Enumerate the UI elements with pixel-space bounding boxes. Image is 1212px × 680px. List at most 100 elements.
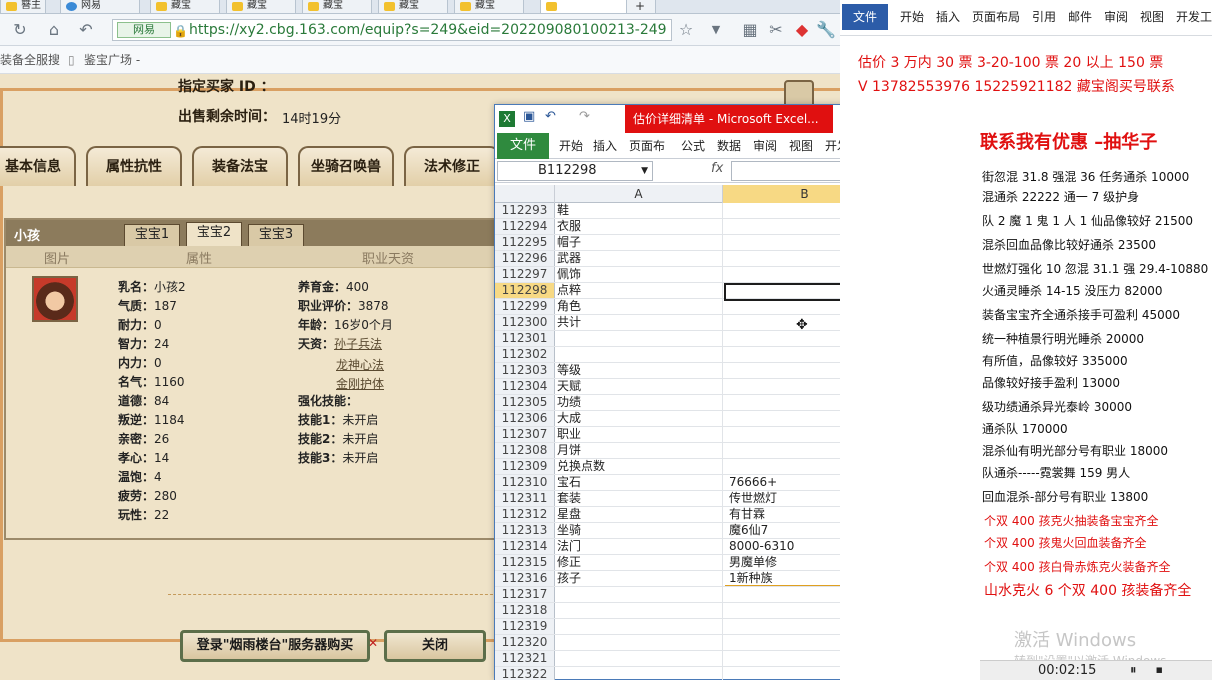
ribbon-tab[interactable]: 视图 xyxy=(789,133,813,159)
cell-a[interactable]: 大成 xyxy=(557,411,723,426)
ribbon-tab[interactable]: 插入 xyxy=(936,4,960,30)
ribbon-tab[interactable]: 引用 xyxy=(1032,4,1056,30)
cell-a[interactable]: 武器 xyxy=(557,251,723,266)
row-number[interactable]: 112308 xyxy=(495,443,555,458)
subtab-baby2[interactable]: 宝宝2 xyxy=(186,222,242,246)
row-number[interactable]: 112302 xyxy=(495,347,555,362)
game-icon[interactable]: ◆ xyxy=(792,20,812,40)
browser-tab[interactable]: 簪主 xyxy=(0,0,46,14)
ribbon-tab[interactable]: 邮件 xyxy=(1068,4,1092,30)
cell-a[interactable] xyxy=(557,651,723,666)
stop-icon[interactable]: ⏹ xyxy=(1156,661,1163,680)
file-tab[interactable]: 文件 xyxy=(842,4,888,30)
row-number[interactable]: 112311 xyxy=(495,491,555,506)
row-number[interactable]: 112298 xyxy=(495,283,555,298)
cell-a[interactable]: 共计 xyxy=(557,315,723,330)
cell-a[interactable]: 帽子 xyxy=(557,235,723,250)
fav-item[interactable]: 装备全服搜 xyxy=(0,46,60,74)
talent-link[interactable]: 龙神心法 xyxy=(336,356,384,373)
fav-item[interactable]: 鉴宝广场 - xyxy=(84,46,140,74)
cell-a[interactable]: 佩饰 xyxy=(557,267,723,282)
row-number[interactable]: 112322 xyxy=(495,667,555,680)
close-button[interactable]: 关闭 xyxy=(384,630,486,662)
wrench-icon[interactable]: 🔧 xyxy=(816,20,836,40)
col-header-a[interactable]: A xyxy=(555,185,723,203)
cell-a[interactable]: 坐骑 xyxy=(557,523,723,538)
tab-equipment[interactable]: 装备法宝 xyxy=(192,146,288,186)
row-number[interactable]: 112300 xyxy=(495,315,555,330)
cell-a[interactable]: 鞋 xyxy=(557,203,723,218)
url-input[interactable]: 网易 🔒 https://xy2.cbg.163.com/equip?s=249… xyxy=(112,19,672,41)
row-number[interactable]: 112296 xyxy=(495,251,555,266)
cell-a[interactable]: 修正 xyxy=(557,555,723,570)
cell-a[interactable]: 孩子 xyxy=(557,571,723,586)
row-number[interactable]: 112304 xyxy=(495,379,555,394)
row-number[interactable]: 112299 xyxy=(495,299,555,314)
subtab-baby1[interactable]: 宝宝1 xyxy=(124,224,180,246)
row-number[interactable]: 112307 xyxy=(495,427,555,442)
browser-tab[interactable]: 藏宝 xyxy=(150,0,220,14)
row-number[interactable]: 112294 xyxy=(495,219,555,234)
row-number[interactable]: 112297 xyxy=(495,267,555,282)
cell-a[interactable]: 月饼 xyxy=(557,443,723,458)
cell-a[interactable]: 兑换点数 xyxy=(557,459,723,474)
row-number[interactable]: 112321 xyxy=(495,651,555,666)
tab-spell-mod[interactable]: 法术修正 xyxy=(404,146,500,186)
browser-tab[interactable]: 网易 xyxy=(60,0,140,14)
name-box[interactable]: B112298 ▼ xyxy=(497,161,653,181)
row-number[interactable]: 112313 xyxy=(495,523,555,538)
ribbon-tab[interactable]: 视图 xyxy=(1140,4,1164,30)
ribbon-tab[interactable]: 审阅 xyxy=(1104,4,1128,30)
ribbon-tab[interactable]: 开发工 xyxy=(1176,4,1212,30)
ribbon-tab[interactable]: 页面布局 xyxy=(972,4,1020,30)
browser-tab[interactable]: 藏宝 xyxy=(226,0,296,14)
row-number[interactable]: 112303 xyxy=(495,363,555,378)
star-icon[interactable]: ☆ xyxy=(676,20,696,40)
browser-tab[interactable]: 藏宝 xyxy=(302,0,372,14)
browser-tab[interactable]: 藏宝 xyxy=(454,0,524,14)
ribbon-tab[interactable]: 开始 xyxy=(900,4,924,30)
home-icon[interactable]: ⌂ xyxy=(44,20,64,40)
back-icon[interactable]: ↶ xyxy=(76,20,96,40)
row-number[interactable]: 112317 xyxy=(495,587,555,602)
undo-icon[interactable]: ↶ xyxy=(545,109,556,124)
grid-icon[interactable]: ▦ xyxy=(740,20,760,40)
cell-a[interactable] xyxy=(557,587,723,602)
corner-cell[interactable] xyxy=(495,185,555,203)
file-tab[interactable]: 文件 xyxy=(497,133,549,159)
row-number[interactable]: 112305 xyxy=(495,395,555,410)
browser-tab[interactable]: 藏宝 xyxy=(378,0,448,14)
cell-a[interactable]: 天赋 xyxy=(557,379,723,394)
ribbon-tab[interactable]: 开始 xyxy=(559,133,583,159)
row-number[interactable]: 112319 xyxy=(495,619,555,634)
tab-mounts[interactable]: 坐骑召唤兽 xyxy=(298,146,394,186)
cell-a[interactable] xyxy=(557,635,723,650)
save-icon[interactable]: ▣ xyxy=(523,109,535,124)
cell-a[interactable]: 法门 xyxy=(557,539,723,554)
cell-a[interactable]: 宝石 xyxy=(557,475,723,490)
cell-a[interactable] xyxy=(557,619,723,634)
cell-a[interactable] xyxy=(557,603,723,618)
cell-a[interactable]: 星盘 xyxy=(557,507,723,522)
row-number[interactable]: 112293 xyxy=(495,203,555,218)
login-buy-button[interactable]: 登录"烟雨楼台"服务器购买 xyxy=(180,630,370,662)
cell-a[interactable] xyxy=(557,347,723,362)
ribbon-tab[interactable]: 插入 xyxy=(593,133,617,159)
row-number[interactable]: 112310 xyxy=(495,475,555,490)
ribbon-tab[interactable]: 数据 xyxy=(717,133,741,159)
cell-a[interactable]: 衣服 xyxy=(557,219,723,234)
cell-a[interactable]: 角色 xyxy=(557,299,723,314)
cell-a[interactable] xyxy=(557,331,723,346)
refresh-icon[interactable]: ↻ xyxy=(10,20,30,40)
row-number[interactable]: 112315 xyxy=(495,555,555,570)
ribbon-tab[interactable]: 审阅 xyxy=(753,133,777,159)
ribbon-tab[interactable]: 页面布局 xyxy=(629,133,673,159)
cell-a[interactable]: 职业 xyxy=(557,427,723,442)
cell-a[interactable]: 套装 xyxy=(557,491,723,506)
row-number[interactable]: 112306 xyxy=(495,411,555,426)
pause-icon[interactable]: ⏸ xyxy=(1130,661,1137,680)
row-number[interactable]: 112320 xyxy=(495,635,555,650)
subtab-baby3[interactable]: 宝宝3 xyxy=(248,224,304,246)
ribbon-tab[interactable]: 公式 xyxy=(681,133,705,159)
row-number[interactable]: 112301 xyxy=(495,331,555,346)
